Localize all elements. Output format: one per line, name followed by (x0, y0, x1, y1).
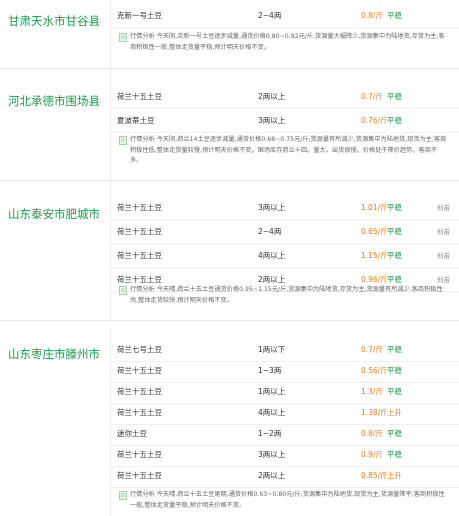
trend-value: 平稳 (387, 11, 402, 20)
market-analysis: 行情分析 今天阴,荷兰14土豆逐步减量,通货价格0.68~0.75元/斤,货源量… (119, 135, 447, 167)
price-value: 1.01/斤 (361, 203, 388, 212)
price-value: 0.65/斤 (361, 227, 388, 236)
region-block: 甘肃天水市甘谷县 克新一号土豆 2~4两 0.8/斤 平稳 行情分析 今天阴,克… (0, 0, 459, 69)
trend-value: 平稳 (387, 203, 402, 212)
market-analysis: 行情分析 今天晴,荷兰十五土豆尾期,通货价格0.63~0.80元/斤,货源集中为… (119, 490, 447, 511)
region-block: 河北承德市围场县 荷兰十五土豆 2两以上 0.7/斤 平稳 夏波蒂土豆 3两以上… (0, 69, 459, 181)
analysis-text: 行情分析 今天阴,荷兰14土豆逐步减量,通货价格0.68~0.75元/斤,货源量… (130, 136, 447, 164)
price-row: 克新一号土豆 2~4两 0.8/斤 平稳 (111, 4, 459, 28)
trend-value: 平稳 (387, 227, 402, 236)
trend-value: 上升 (387, 471, 402, 480)
analysis-text: 行情分析 今天阴,克新一号土豆逐步减量,通货价格0.80~0.92元/斤,货源量… (130, 33, 445, 51)
harvest-note: 刹苗 (437, 228, 450, 236)
document-icon (119, 136, 127, 145)
variety-name: 荷兰十五土豆 (117, 227, 162, 236)
market-price-list: 甘肃天水市甘谷县 克新一号土豆 2~4两 0.8/斤 平稳 行情分析 今天阴,克… (0, 0, 459, 516)
region-name[interactable]: 山东枣庄市滕州市 (8, 346, 100, 362)
price-value: 1.15/斤 (361, 251, 388, 260)
price-value: 0.7/斤 (361, 92, 383, 101)
document-icon (119, 33, 127, 42)
spec-value: 2两以上 (258, 471, 286, 480)
document-icon (119, 286, 127, 295)
spec-value: 2两以上 (258, 92, 286, 101)
analysis-text: 行情分析 今天晴,荷兰十五土豆尾期,通货价格0.63~0.80元/斤,货源集中为… (130, 491, 445, 509)
price-row: 荷兰十五土豆 4两以上 1.15/斤 平稳 刹苗 (111, 244, 459, 268)
harvest-note: 刹苗 (437, 204, 450, 212)
region-name[interactable]: 甘肃天水市甘谷县 (8, 13, 100, 29)
region-name[interactable]: 山东泰安市肥城市 (8, 206, 100, 222)
region-block: 山东枣庄市滕州市 荷兰七号土豆 1两以下 0.7/斤 平稳 荷兰十五土豆 1~3… (0, 328, 459, 516)
variety-name: 荷兰十五土豆 (117, 92, 162, 101)
price-row: 荷兰十五土豆 3两以上 1.01/斤 平稳 刹苗 (111, 196, 459, 220)
variety-name: 荷兰十五土豆 (117, 251, 162, 260)
price-row: 荷兰十五土豆 2两以上 0.85/斤 上升 (111, 464, 459, 488)
document-icon (119, 491, 127, 500)
region-name[interactable]: 河北承德市围场县 (8, 93, 100, 109)
market-analysis: 行情分析 今天阴,克新一号土豆逐步减量,通货价格0.80~0.92元/斤,货源量… (119, 32, 447, 53)
trend-value: 平稳 (387, 251, 402, 260)
variety-name: 夏波蒂土豆 (117, 116, 155, 125)
harvest-note: 刹苗 (437, 252, 450, 260)
trend-value: 平稳 (387, 92, 402, 101)
market-analysis: 行情分析 今天晴,荷兰十五土豆通货价格0.95~1.15元/斤,货源集中为陆地货… (119, 285, 447, 306)
price-value: 0.85/斤 (361, 471, 388, 480)
spec-value: 2~4两 (258, 227, 282, 236)
spec-value: 3两以上 (258, 116, 286, 125)
spec-value: 4两以上 (258, 251, 286, 260)
variety-name: 克新一号土豆 (117, 11, 162, 20)
region-block: 山东泰安市肥城市 荷兰十五土豆 3两以上 1.01/斤 平稳 刹苗 荷兰十五土豆… (0, 181, 459, 321)
price-row: 荷兰十五土豆 2~4两 0.65/斤 平稳 刹苗 (111, 220, 459, 244)
variety-name: 荷兰十五土豆 (117, 471, 162, 480)
price-row: 夏波蒂土豆 3两以上 0.76/斤 平稳 (111, 109, 459, 133)
trend-value: 平稳 (387, 116, 402, 125)
price-value: 0.8/斤 (361, 11, 383, 20)
price-row: 荷兰十五土豆 2两以上 0.7/斤 平稳 (111, 85, 459, 109)
spec-value: 3两以上 (258, 203, 286, 212)
spec-value: 2~4两 (258, 11, 282, 20)
variety-name: 荷兰十五土豆 (117, 203, 162, 212)
price-value: 0.76/斤 (361, 116, 388, 125)
analysis-text: 行情分析 今天晴,荷兰十五土豆通货价格0.95~1.15元/斤,货源集中为陆地货… (130, 286, 443, 304)
